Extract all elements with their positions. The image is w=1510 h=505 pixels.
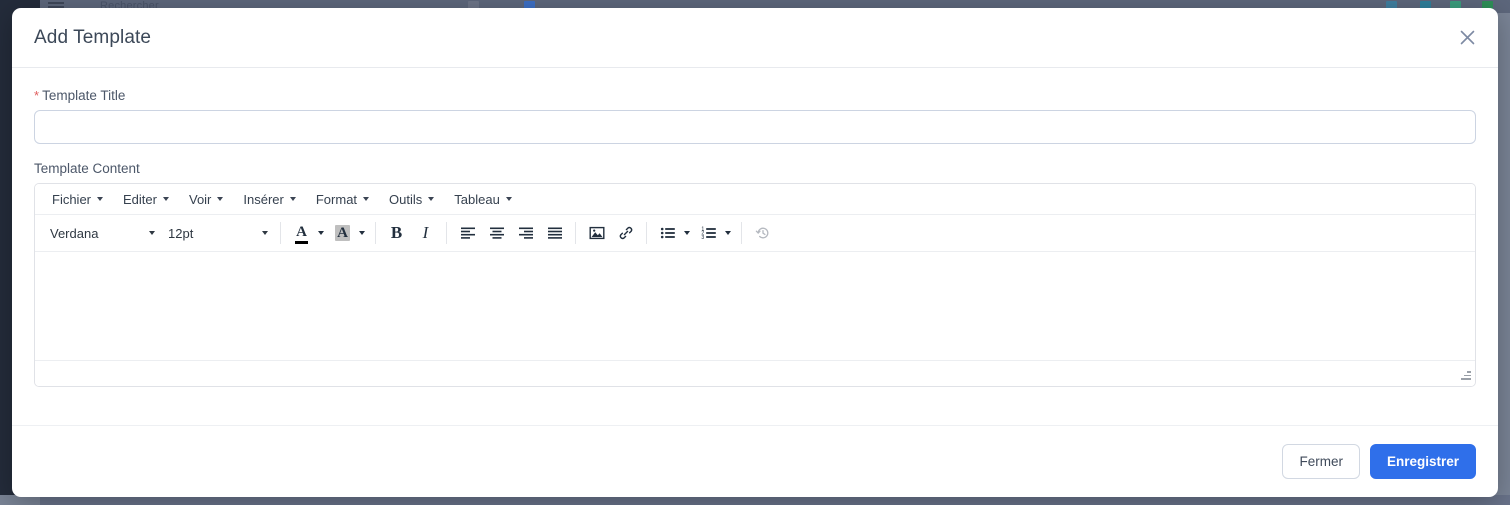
font-size-select[interactable]: 12pt	[161, 220, 274, 246]
template-content-label: Template Content	[34, 161, 1476, 176]
chevron-down-icon	[363, 197, 370, 201]
editor-toolbar: Verdana 12pt A A B I 1 2 3	[35, 215, 1475, 252]
template-title-input[interactable]	[34, 110, 1476, 144]
bullet-list-icon[interactable]	[653, 220, 682, 247]
font-family-select[interactable]: Verdana	[43, 220, 161, 246]
menu-fichier[interactable]: Fichier	[43, 189, 112, 210]
toolbar-divider	[741, 222, 742, 244]
resize-handle-icon[interactable]	[1457, 367, 1471, 381]
link-icon[interactable]	[611, 220, 640, 247]
template-content-label-text: Template Content	[34, 161, 140, 176]
align-left-icon[interactable]	[453, 220, 482, 247]
forecolor-letter: A	[295, 225, 308, 244]
editor-menubar: Fichier Editer Voir Insérer Format Outil…	[35, 184, 1475, 215]
chevron-down-icon[interactable]	[318, 231, 324, 235]
menu-inserer-label: Insérer	[243, 191, 284, 207]
editor-content-area[interactable]	[35, 252, 1475, 360]
chevron-down-icon	[289, 197, 296, 201]
font-size-value: 12pt	[168, 225, 194, 241]
chevron-down-icon	[428, 197, 435, 201]
bold-icon[interactable]: B	[382, 220, 411, 247]
modal-body: * Template Title Template Content Fichie…	[12, 68, 1498, 413]
align-justify-icon[interactable]	[540, 220, 569, 247]
italic-icon[interactable]: I	[411, 220, 440, 247]
menu-outils[interactable]: Outils	[380, 189, 443, 210]
chevron-down-icon[interactable]	[684, 231, 690, 235]
template-title-label: * Template Title	[34, 88, 1476, 103]
chevron-down-icon	[162, 197, 169, 201]
font-family-value: Verdana	[50, 225, 99, 241]
menu-inserer[interactable]: Insérer	[234, 189, 304, 210]
chevron-down-icon[interactable]	[359, 231, 365, 235]
chevron-down-icon	[505, 197, 512, 201]
align-center-icon[interactable]	[482, 220, 511, 247]
chevron-down-icon[interactable]	[725, 231, 731, 235]
close-icon[interactable]	[1454, 25, 1480, 51]
image-icon[interactable]	[582, 220, 611, 247]
menu-tableau-label: Tableau	[454, 191, 500, 207]
required-asterisk: *	[34, 88, 40, 103]
toolbar-divider	[375, 222, 376, 244]
menu-outils-label: Outils	[389, 191, 423, 207]
menu-editer[interactable]: Editer	[114, 189, 178, 210]
toolbar-divider	[280, 222, 281, 244]
chevron-down-icon	[97, 197, 104, 201]
backcolor-letter: A	[335, 225, 350, 241]
background-color-control[interactable]: A	[328, 220, 369, 247]
editor-statusbar	[35, 360, 1475, 386]
numbered-list-icon[interactable]: 1 2 3	[694, 220, 723, 247]
restore-draft-icon	[748, 220, 777, 247]
menu-format[interactable]: Format	[307, 189, 378, 210]
bold-letter: B	[390, 223, 403, 242]
menu-fichier-label: Fichier	[52, 191, 92, 207]
chevron-down-icon	[217, 197, 224, 201]
template-title-label-text: Template Title	[42, 88, 126, 103]
menu-voir[interactable]: Voir	[180, 189, 232, 210]
save-button[interactable]: Enregistrer	[1369, 444, 1476, 479]
toolbar-divider	[446, 222, 447, 244]
svg-text:3: 3	[701, 235, 704, 241]
toolbar-divider	[575, 222, 576, 244]
bullet-list-control[interactable]	[653, 220, 694, 247]
rich-text-editor: Fichier Editer Voir Insérer Format Outil…	[34, 183, 1476, 387]
modal-footer: Fermer Enregistrer	[12, 425, 1498, 497]
forecolor-icon[interactable]: A	[287, 220, 316, 247]
page-title: Add Template	[34, 26, 152, 48]
cancel-button[interactable]: Fermer	[1282, 444, 1360, 479]
align-right-icon[interactable]	[511, 220, 540, 247]
italic-letter: I	[422, 223, 429, 242]
menu-editer-label: Editer	[123, 191, 157, 207]
text-color-control[interactable]: A	[287, 220, 328, 247]
menu-voir-label: Voir	[188, 191, 212, 207]
numbered-list-control[interactable]: 1 2 3	[694, 220, 735, 247]
add-template-modal: Add Template * Template Title Template C…	[12, 8, 1498, 497]
modal-header: Add Template	[12, 8, 1498, 68]
chevron-down-icon	[149, 231, 155, 235]
chevron-down-icon	[262, 231, 268, 235]
backcolor-icon[interactable]: A	[328, 220, 357, 247]
menu-format-label: Format	[315, 191, 358, 207]
toolbar-divider	[646, 222, 647, 244]
menu-tableau[interactable]: Tableau	[445, 189, 521, 210]
